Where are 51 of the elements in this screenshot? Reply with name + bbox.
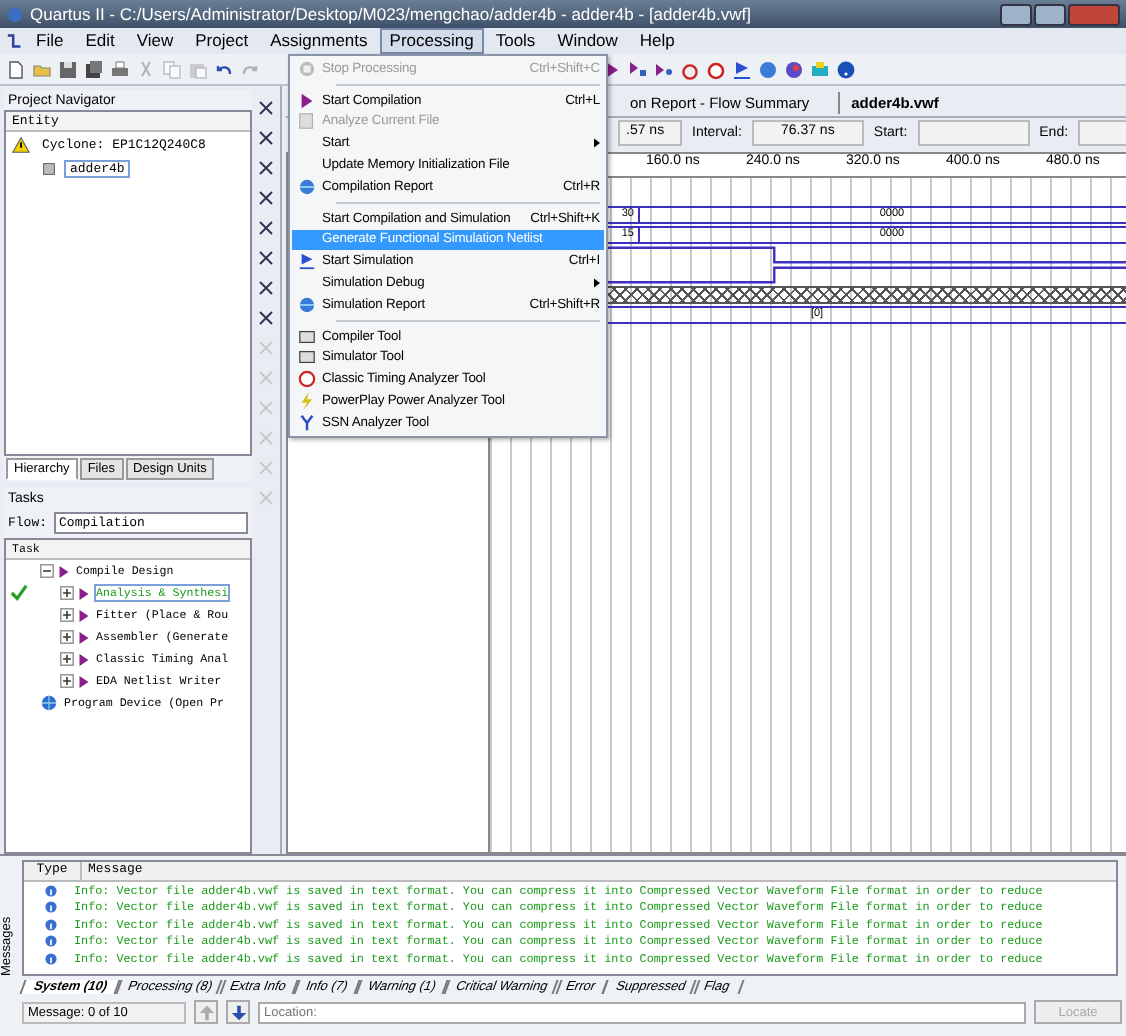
tool-icon[interactable] [256, 188, 276, 208]
menu-item[interactable]: Window [547, 28, 628, 54]
menu-item[interactable]: Help [629, 28, 685, 54]
collapse-icon[interactable] [40, 564, 54, 578]
fork-icon [298, 413, 316, 432]
menu-item[interactable]: View [126, 28, 184, 54]
save-icon[interactable] [58, 59, 78, 79]
tool-icon[interactable] [256, 218, 276, 238]
expand-icon[interactable] [60, 586, 74, 600]
stop-icon [298, 59, 316, 78]
globe-icon [298, 295, 316, 314]
save-all-icon[interactable] [84, 59, 104, 79]
tool-icon[interactable] [256, 128, 276, 148]
menu-item[interactable]: Processing [379, 28, 484, 54]
warning-icon [12, 135, 30, 153]
maximize-button[interactable] [1034, 3, 1066, 25]
help-icon[interactable] [836, 59, 856, 79]
new-file-icon[interactable] [6, 59, 26, 79]
lightning-icon [298, 392, 316, 411]
globe-icon[interactable] [758, 59, 778, 79]
expand-icon[interactable] [60, 652, 74, 666]
expand-icon[interactable] [60, 608, 74, 622]
submenu-arrow-icon [594, 278, 600, 289]
menu-item[interactable]: Tools [485, 28, 546, 54]
tool-icon[interactable] [256, 308, 276, 328]
play-icon [298, 91, 316, 110]
globe-icon[interactable] [784, 59, 804, 79]
printer-icon[interactable] [110, 59, 130, 79]
tool-icon[interactable] [256, 158, 276, 178]
menu-item[interactable]: Edit [75, 28, 125, 54]
minimize-button[interactable] [1000, 3, 1032, 25]
globe-icon [298, 177, 316, 196]
play-step-icon[interactable] [628, 59, 648, 79]
tool-icon[interactable] [256, 248, 276, 268]
menu-item[interactable]: Project [185, 28, 259, 54]
expand-icon[interactable] [60, 674, 74, 688]
flag-icon [298, 252, 316, 271]
globe-icon [40, 694, 58, 712]
app-icon [6, 5, 24, 23]
flag-icon[interactable] [732, 59, 752, 79]
submenu-arrow-icon [594, 138, 600, 149]
menu-item[interactable]: Assignments [260, 28, 378, 54]
menu-item[interactable]: File [26, 28, 74, 54]
down-arrow-button[interactable] [226, 1000, 250, 1024]
play-step-icon[interactable] [654, 59, 674, 79]
window-title: Quartus II - C:/Users/Administrator/Desktop/M023/mengchao/adder4b - adder4b - [adder4b.vwf] [30, 4, 753, 24]
expand-icon[interactable] [60, 630, 74, 644]
close-button[interactable] [1068, 3, 1120, 25]
tool-icon[interactable] [256, 278, 276, 298]
start-field[interactable] [917, 119, 1030, 145]
tool-icon[interactable] [256, 98, 276, 118]
